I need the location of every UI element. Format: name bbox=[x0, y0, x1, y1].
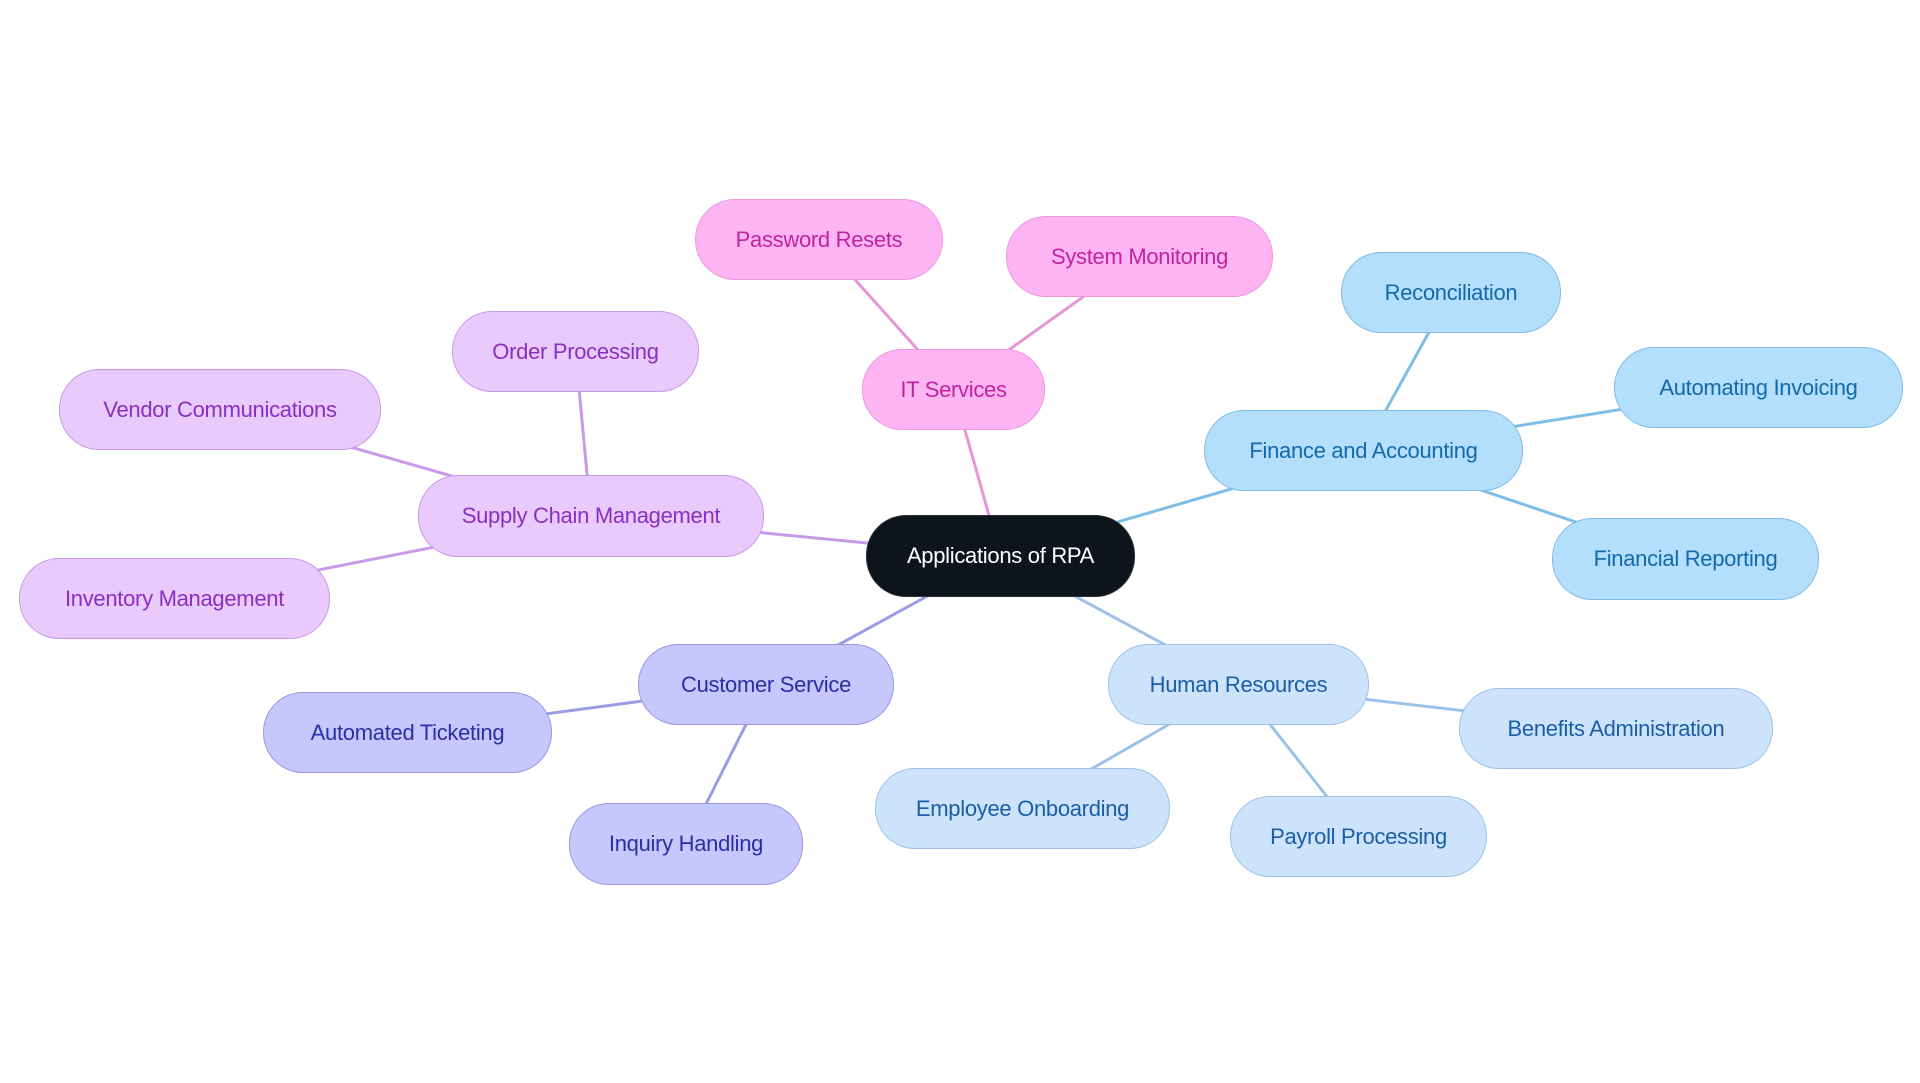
branch-node-customer-service[interactable]: Customer Service bbox=[638, 644, 894, 725]
leaf-label: Benefits Administration bbox=[1507, 715, 1725, 741]
branch-label: Finance and Accounting bbox=[1249, 437, 1478, 463]
leaf-node-automated-ticketing[interactable]: Automated Ticketing bbox=[263, 692, 552, 773]
branch-label: Supply Chain Management bbox=[461, 503, 721, 528]
leaf-label: Order Processing bbox=[492, 338, 659, 364]
leaf-node-automating-invoicing[interactable]: Automating Invoicing bbox=[1614, 347, 1903, 428]
leaf-node-system-monitoring[interactable]: System Monitoring bbox=[1006, 216, 1273, 297]
branch-node-human-resources[interactable]: Human Resources bbox=[1108, 644, 1369, 725]
leaf-node-password-resets[interactable]: Password Resets bbox=[695, 199, 943, 280]
leaf-node-reconciliation[interactable]: Reconciliation bbox=[1341, 252, 1561, 333]
leaf-label: Employee Onboarding bbox=[915, 795, 1130, 821]
leaf-label: Automated Ticketing bbox=[310, 719, 505, 745]
leaf-node-payroll-processing[interactable]: Payroll Processing bbox=[1230, 796, 1487, 877]
leaf-label: Inquiry Handling bbox=[608, 831, 764, 856]
leaf-node-vendor-communications[interactable]: Vendor Communications bbox=[59, 369, 381, 450]
leaf-label: Payroll Processing bbox=[1270, 823, 1447, 849]
root-node[interactable]: Applications of RPA bbox=[866, 515, 1135, 597]
leaf-node-inventory-management[interactable]: Inventory Management bbox=[19, 558, 330, 639]
leaf-label: Vendor Communications bbox=[103, 396, 337, 422]
leaf-node-employee-onboarding[interactable]: Employee Onboarding bbox=[875, 768, 1170, 849]
leaf-label: Automating Invoicing bbox=[1659, 374, 1858, 400]
leaf-label: Password Resets bbox=[735, 226, 903, 252]
leaf-label: Reconciliation bbox=[1384, 279, 1518, 305]
branch-node-finance-and-accounting[interactable]: Finance and Accounting bbox=[1204, 410, 1523, 491]
leaf-node-benefits-administration[interactable]: Benefits Administration bbox=[1459, 688, 1773, 769]
branch-label: IT Services bbox=[900, 376, 1007, 402]
branch-label: Customer Service bbox=[680, 671, 852, 697]
leaf-node-order-processing[interactable]: Order Processing bbox=[452, 311, 699, 392]
leaf-node-inquiry-handling[interactable]: Inquiry Handling bbox=[569, 803, 803, 885]
leaf-label: Financial Reporting bbox=[1593, 546, 1778, 571]
branch-node-supply-chain-management[interactable]: Supply Chain Management bbox=[418, 475, 764, 557]
root-node-label: Applications of RPA bbox=[906, 543, 1095, 568]
leaf-label: Inventory Management bbox=[64, 585, 285, 611]
branch-node-it-services[interactable]: IT Services bbox=[862, 349, 1045, 430]
branch-label: Human Resources bbox=[1149, 671, 1328, 697]
leaf-label: System Monitoring bbox=[1050, 243, 1229, 269]
leaf-node-financial-reporting[interactable]: Financial Reporting bbox=[1552, 518, 1819, 600]
